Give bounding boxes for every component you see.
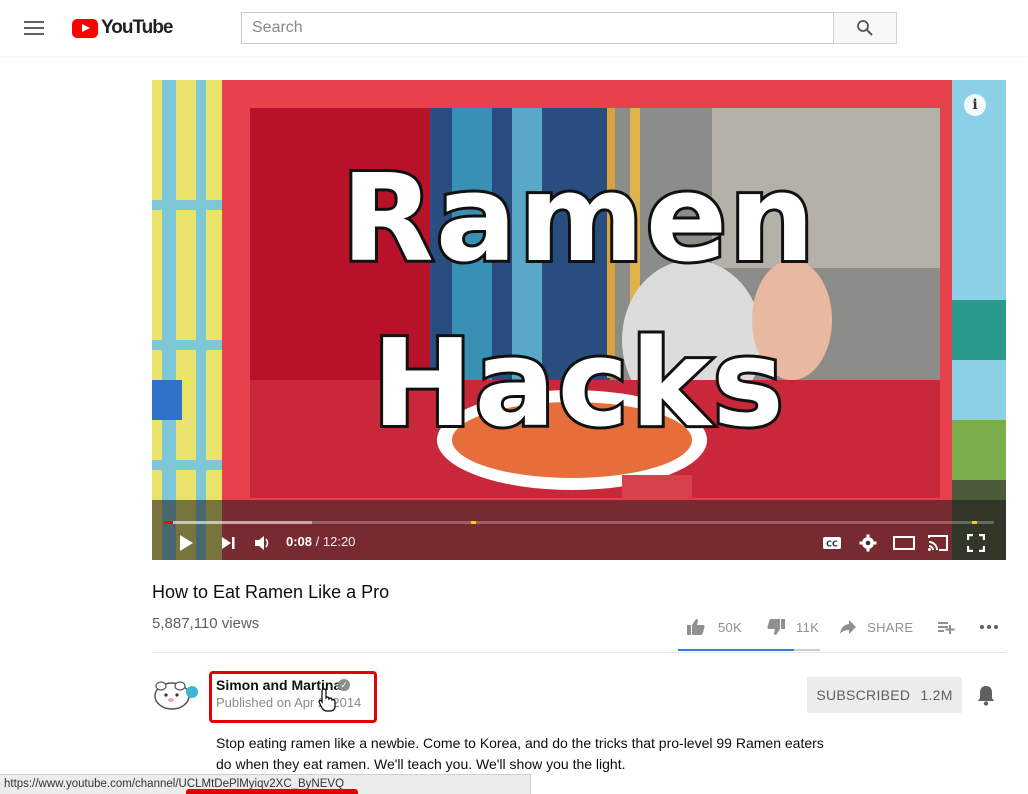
captions-button[interactable]: CC [820, 532, 844, 554]
dislike-count: 11K [796, 619, 820, 635]
info-icon[interactable]: i [964, 94, 986, 116]
hand-cursor-icon [318, 688, 336, 712]
video-overlay-title-line2: Hacks [369, 312, 787, 457]
playlist-add-icon [938, 622, 955, 634]
description-line: do when they eat ramen. We'll teach you.… [216, 756, 626, 772]
video-actions: 50K 11K SHARE [678, 612, 1013, 642]
subscriber-count: 1.2M [920, 687, 953, 703]
settings-button[interactable] [856, 532, 880, 554]
sentiment-like-portion [678, 649, 795, 651]
progress-bar[interactable] [164, 521, 994, 524]
progress-played [164, 521, 174, 524]
share-arrow-icon [840, 620, 857, 634]
fullscreen-icon [967, 534, 985, 552]
subscribe-label: SUBSCRIBED [816, 687, 911, 703]
video-title: How to Eat Ramen Like a Pro [152, 582, 390, 602]
more-actions-button[interactable] [979, 624, 999, 630]
share-label: SHARE [867, 619, 914, 635]
time-display: 0:08 / 12:20 [286, 534, 355, 549]
annotation-underline [186, 789, 358, 794]
cast-button[interactable] [926, 532, 950, 554]
fullscreen-button[interactable] [964, 532, 988, 554]
like-button[interactable]: 50K [686, 618, 742, 636]
youtube-logo[interactable]: YouTube [72, 16, 173, 40]
description-line: Stop eating ramen like a newbie. Come to… [216, 735, 824, 751]
next-icon [222, 537, 235, 549]
current-time: 0:08 [286, 534, 313, 549]
play-logo-icon [72, 18, 98, 38]
notification-bell-icon[interactable] [976, 684, 996, 706]
verified-check-icon: ✓ [338, 679, 350, 691]
logo-text: YouTube [101, 17, 173, 38]
volume-icon [255, 536, 269, 550]
svg-text:CC: CC [826, 540, 838, 549]
hamburger-menu-icon[interactable] [24, 18, 48, 38]
divider [152, 652, 1006, 653]
player-controls: 0:08 / 12:20 CC [152, 526, 1006, 560]
progress-loaded [164, 521, 312, 524]
theater-mode-button[interactable] [892, 532, 916, 554]
avatar-mascot-image [154, 681, 198, 710]
like-count: 50K [718, 619, 743, 635]
thumbs-down-icon [767, 619, 786, 635]
play-button[interactable] [174, 532, 198, 554]
thumbs-up-icon [687, 619, 705, 635]
search-bar [241, 12, 897, 44]
next-button[interactable] [216, 532, 240, 554]
search-icon [857, 20, 873, 36]
cast-icon [928, 535, 948, 551]
view-count: 5,887,110 views [152, 615, 260, 632]
channel-avatar[interactable] [152, 676, 200, 712]
publish-date: Published on Apr 2, 2014 [216, 695, 362, 710]
search-input[interactable] [241, 12, 833, 44]
captions-icon: CC [823, 537, 841, 549]
play-icon [180, 535, 193, 551]
sentiment-bar [678, 649, 820, 651]
theater-mode-icon [893, 536, 915, 550]
share-button[interactable]: SHARE [839, 619, 913, 635]
masthead: YouTube [0, 0, 1028, 56]
gear-icon [859, 534, 877, 552]
time-separator: / [312, 534, 323, 549]
chapter-marker [972, 521, 977, 524]
video-player[interactable]: Ramen Hacks i 0:08 / 12:20 CC [152, 80, 1006, 560]
dislike-button[interactable]: 11K [766, 618, 819, 636]
video-overlay-title-line1: Ramen [338, 147, 817, 292]
volume-button[interactable] [250, 532, 274, 554]
add-to-playlist-button[interactable] [937, 619, 955, 635]
search-button[interactable] [833, 12, 897, 44]
subscribe-button[interactable]: SUBSCRIBED 1.2M [807, 677, 962, 713]
duration: 12:20 [322, 534, 356, 549]
chapter-marker [471, 521, 476, 524]
more-horizontal-icon [980, 625, 999, 629]
video-description: Stop eating ramen like a newbie. Come to… [216, 733, 836, 775]
